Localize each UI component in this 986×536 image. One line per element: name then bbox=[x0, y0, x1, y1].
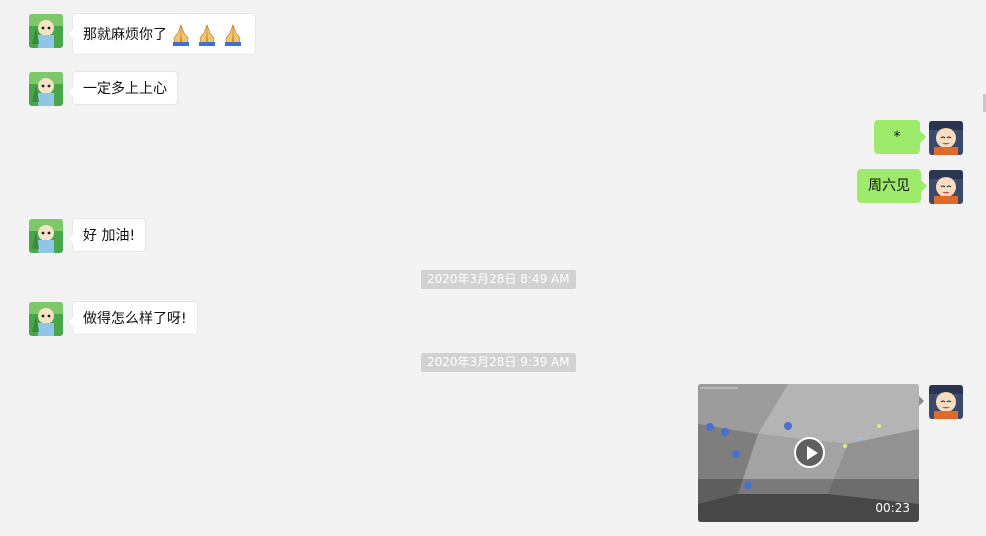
timestamp-divider: 2020年3月28日 8:49 AM bbox=[421, 270, 576, 289]
message-text: 做得怎么样了呀! bbox=[83, 311, 187, 327]
contact-avatar[interactable] bbox=[29, 302, 63, 336]
message-bubble-outgoing[interactable]: 周六见 bbox=[857, 169, 927, 203]
message-bubble-incoming[interactable]: 一定多上上心 bbox=[67, 71, 178, 105]
video-bubble-tail bbox=[919, 396, 924, 406]
my-avatar[interactable] bbox=[929, 121, 963, 155]
timestamp-divider: 2020年3月28日 9:39 AM bbox=[421, 353, 576, 372]
message-text: 周六见 bbox=[868, 178, 910, 194]
folded-hands-icon bbox=[195, 23, 219, 47]
my-avatar[interactable] bbox=[929, 170, 963, 204]
video-message[interactable]: 00:23 bbox=[698, 384, 919, 522]
contact-avatar[interactable] bbox=[29, 72, 63, 106]
contact-avatar[interactable] bbox=[29, 219, 63, 253]
folded-hands-icon bbox=[221, 23, 245, 47]
message-bubble-incoming[interactable]: 好 加油! bbox=[66, 218, 147, 252]
message-text: * bbox=[893, 129, 901, 145]
contact-avatar[interactable] bbox=[29, 14, 63, 48]
message-text: 那就麻烦你了 bbox=[83, 27, 167, 43]
my-avatar[interactable] bbox=[929, 385, 963, 419]
message-text: 一定多上上心 bbox=[83, 81, 167, 97]
message-bubble-outgoing[interactable]: * bbox=[874, 120, 926, 154]
message-text: 好 加油! bbox=[83, 228, 136, 244]
folded-hands-icon bbox=[169, 23, 193, 47]
video-duration: 00:23 bbox=[875, 501, 910, 515]
play-icon[interactable] bbox=[794, 437, 825, 468]
message-bubble-incoming[interactable]: 做得怎么样了呀! bbox=[67, 301, 198, 335]
message-bubble-incoming[interactable]: 那就麻烦你了 bbox=[67, 13, 256, 55]
